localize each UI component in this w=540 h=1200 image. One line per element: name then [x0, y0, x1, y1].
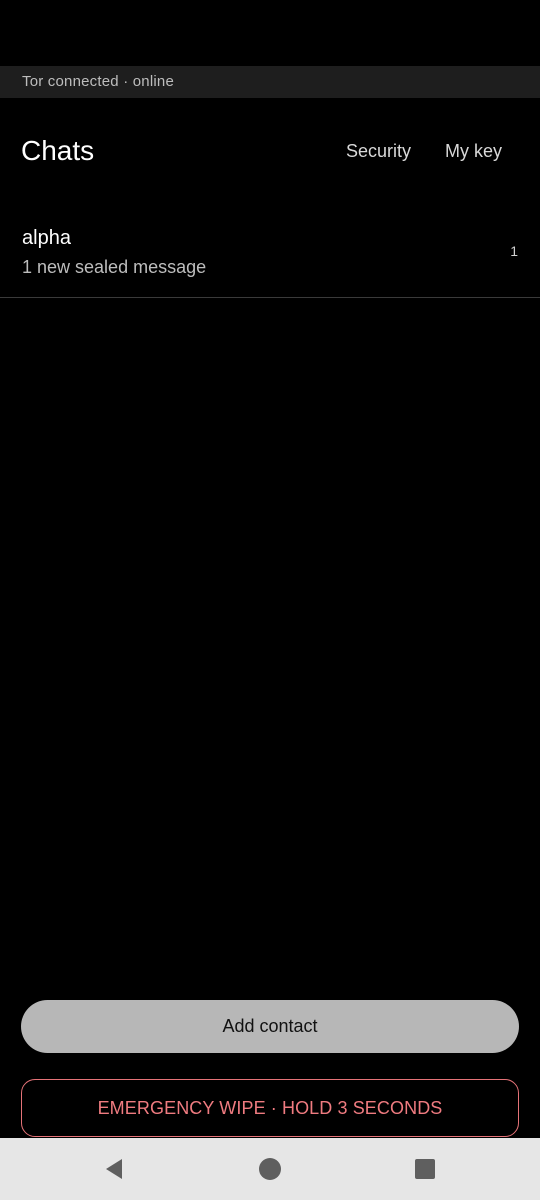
connection-status-bar: Tor connected · online [0, 66, 540, 98]
system-navigation-bar [0, 1138, 540, 1200]
chat-name: alpha [22, 227, 71, 249]
emergency-wipe-button[interactable]: EMERGENCY WIPE · HOLD 3 SECONDS [21, 1079, 519, 1137]
unread-count-badge: 1 [510, 243, 518, 259]
home-icon[interactable] [257, 1156, 283, 1182]
page-title: Chats [21, 135, 95, 166]
add-contact-button[interactable]: Add contact [21, 1000, 519, 1053]
app-header: Chats Security My key [0, 128, 540, 174]
my-key-button[interactable]: My key [445, 138, 502, 164]
chat-list-item[interactable]: alpha 1 new sealed message 1 [0, 210, 540, 298]
back-icon[interactable] [102, 1156, 128, 1182]
security-button[interactable]: Security [346, 138, 411, 164]
recents-icon[interactable] [412, 1156, 438, 1182]
connection-status-text: Tor connected · online [22, 73, 174, 90]
chat-preview: 1 new sealed message [22, 257, 207, 277]
